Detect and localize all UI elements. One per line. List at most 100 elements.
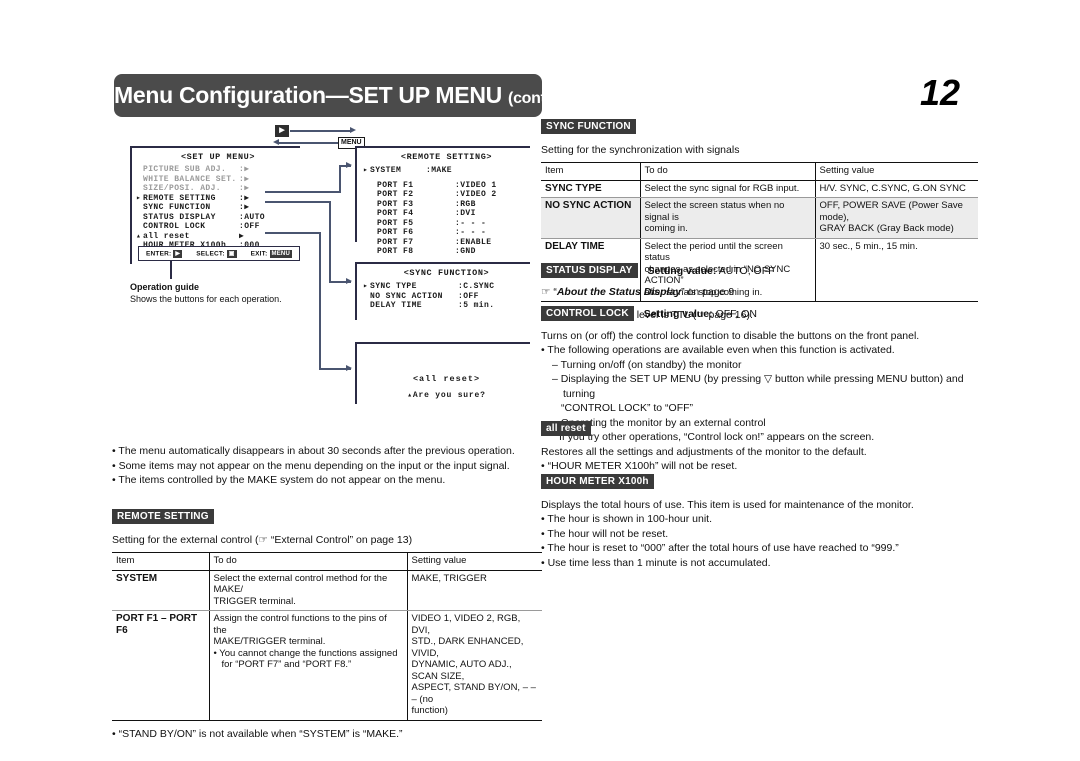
control-lock-dash: Displaying the SET UP MENU (by pressing … bbox=[541, 372, 978, 401]
connector-remote-vert bbox=[339, 165, 341, 192]
osd-cursor bbox=[136, 203, 143, 213]
osd-row-key: PORT F2 bbox=[377, 190, 414, 199]
osd-row-key: STATUS DISPLAY bbox=[143, 212, 216, 222]
osd-row-key: SYSTEM bbox=[370, 166, 402, 175]
table-header-row: Item To do Setting value bbox=[112, 552, 542, 571]
page-title-main: Menu Configuration—SET UP MENU bbox=[114, 82, 502, 108]
osd-row-value: :▶ bbox=[239, 193, 250, 203]
hour-meter-bullet: The hour will not be reset. bbox=[541, 527, 978, 542]
osd-row-status-display: STATUS DISPLAY:AUTO bbox=[136, 213, 300, 223]
osd-setup-menu-title: <SET UP MENU> bbox=[180, 152, 256, 162]
todo-line: coming in. bbox=[644, 223, 688, 234]
status-display-tag-row: STATUS DISPLAY Setting value: AUTO, OFF bbox=[541, 262, 978, 280]
table-header-todo: To do bbox=[208, 552, 407, 571]
status-display-setting-value: AUTO, OFF bbox=[718, 264, 775, 277]
section-tag-remote-setting: REMOTE SETTING bbox=[112, 509, 214, 525]
osd-row-value: :VIDEO 2 bbox=[455, 190, 497, 199]
control-lock-setting: Setting value: OFF, ON bbox=[644, 308, 757, 320]
connector-remote bbox=[265, 191, 341, 193]
osd-row: WHITE BALANCE SET.:▶ bbox=[136, 175, 300, 185]
value-line: H/V. SYNC, C.SYNC, G.ON SYNC bbox=[819, 182, 966, 194]
table-cell-item: PORT F1 – PORT F6 bbox=[112, 610, 209, 721]
table-row: NO SYNC ACTION Select the screen status … bbox=[541, 197, 978, 239]
osd-row-sync-type: ▸ SYNC TYPE:C.SYNC bbox=[363, 282, 530, 292]
section-tag-status-display: STATUS DISPLAY bbox=[541, 263, 638, 279]
page-number: 12 bbox=[920, 72, 961, 113]
osd-row-value: :5 min. bbox=[458, 301, 495, 310]
note-item: Some items may not appear on the menu de… bbox=[112, 459, 542, 474]
osd-cursor bbox=[363, 301, 370, 311]
guide-select-label: SELECT: bbox=[196, 250, 225, 258]
note-item: The items controlled by the MAKE system … bbox=[112, 473, 542, 488]
connector-reset-vert bbox=[319, 232, 321, 369]
osd-row-key: DELAY TIME bbox=[370, 301, 423, 310]
table-cell-todo: Assign the control functions to the pins… bbox=[208, 610, 407, 721]
osd-row-key: PORT F8 bbox=[377, 247, 414, 256]
operation-guide-text: Shows the buttons for each operation. bbox=[130, 294, 282, 304]
table-header-value: Setting value bbox=[814, 162, 978, 181]
todo-line: Select the external control method for t… bbox=[213, 572, 388, 596]
osd-cursor: ▸ bbox=[136, 193, 142, 203]
section-tag-sync-function: SYNC FUNCTION bbox=[541, 119, 636, 135]
todo-line: Select the screen status when no signal … bbox=[644, 200, 785, 223]
osd-row-port: PORT F6 :- - - bbox=[363, 228, 530, 238]
control-lock-dash-cont: “CONTROL LOCK” to “OFF” bbox=[561, 402, 694, 414]
osd-row-key: SYNC TYPE bbox=[370, 282, 417, 291]
osd-row-key: PORT F5 bbox=[377, 218, 414, 228]
connector-sync bbox=[265, 201, 330, 203]
value-line: DYNAMIC, AUTO ADJ., SCAN SIZE, bbox=[411, 659, 512, 682]
hour-meter-tag-row: HOUR METER X100h bbox=[541, 473, 978, 491]
value-line: 30 sec., 5 min., 15 min. bbox=[819, 240, 918, 252]
osd-all-reset: <all reset> ▴Are you sure? bbox=[355, 342, 530, 404]
remote-setting-intro: Setting for the external control (☞ “Ext… bbox=[112, 534, 413, 546]
todo-line: Select the period until the screen statu… bbox=[644, 240, 783, 264]
osd-cursor bbox=[136, 175, 143, 185]
page-title-cont: (cont.) bbox=[508, 90, 555, 107]
arrowhead-menu bbox=[273, 138, 279, 145]
osd-row-key: PORT F6 bbox=[377, 228, 414, 237]
enter-button-chip[interactable]: ▶ bbox=[275, 125, 289, 137]
table-cell-item: SYSTEM bbox=[112, 570, 209, 611]
all-reset-tag-row: all reset bbox=[541, 420, 978, 438]
all-reset-body: Restores all the settings and adjustment… bbox=[541, 446, 867, 458]
arrow-line-enter bbox=[290, 130, 352, 132]
enter-key-icon: ▶ bbox=[173, 249, 183, 258]
section-tag-hour-meter: HOUR METER X100h bbox=[541, 474, 654, 490]
osd-cursor bbox=[136, 165, 143, 175]
hour-meter-bullet: The hour is reset to “000” after the tot… bbox=[541, 541, 978, 556]
osd-row-key: all reset bbox=[143, 231, 190, 241]
table-cell-item: SYNC TYPE bbox=[541, 180, 640, 198]
value-line: STD., DARK ENHANCED, VIVID, bbox=[411, 636, 524, 659]
osd-cursor: ▸ bbox=[363, 166, 369, 175]
arrowhead-remote bbox=[346, 161, 352, 168]
osd-all-reset-question: ▴Are you sure? bbox=[407, 391, 486, 400]
osd-sync-function-title: <SYNC FUNCTION> bbox=[403, 268, 490, 278]
control-lock-setting-value: OFF, ON bbox=[715, 307, 757, 320]
value-line: MAKE, TRIGGER bbox=[411, 572, 487, 584]
page-title: Menu Configuration—SET UP MENU (cont.) bbox=[114, 74, 555, 117]
osd-row-control-lock: CONTROL LOCK:OFF bbox=[136, 222, 300, 232]
osd-row-value: :- - - bbox=[455, 218, 487, 228]
table-cell-value: H/V. SYNC, C.SYNC, G.ON SYNC bbox=[814, 180, 978, 198]
table-cell-value: MAKE, TRIGGER bbox=[406, 570, 542, 611]
osd-row-key: PORT F1 bbox=[377, 180, 414, 190]
arrowhead-reset bbox=[346, 364, 352, 371]
guide-enter: ENTER: ▶ bbox=[146, 249, 183, 258]
select-key-icon: ▣ bbox=[226, 249, 237, 258]
hour-meter-body: Displays the total hours of use. This it… bbox=[541, 499, 914, 511]
osd-row-system: ▸ SYSTEM:MAKE bbox=[363, 166, 530, 176]
remote-setting-table: Item To do Setting value SYSTEM Select t… bbox=[112, 552, 542, 721]
table-cell-value: VIDEO 1, VIDEO 2, RGB, DVI, STD., DARK E… bbox=[406, 610, 542, 721]
remote-setting-section: REMOTE SETTING Setting for the external … bbox=[112, 508, 542, 741]
all-reset-bullet: “HOUR METER X100h” will not be reset. bbox=[541, 459, 978, 474]
osd-row-port: PORT F3:RGB bbox=[363, 200, 530, 210]
section-tag-all-reset: all reset bbox=[541, 421, 591, 437]
osd-remote-setting: <REMOTE SETTING> ▸ SYSTEM:MAKE PORT F1:VI… bbox=[355, 146, 530, 256]
table-row: SYNC TYPE Select the sync signal for RGB… bbox=[541, 180, 978, 198]
osd-cursor: ▴ bbox=[136, 231, 142, 241]
guide-select: SELECT: ▣ bbox=[196, 249, 237, 258]
osd-row-value: :- - - bbox=[455, 228, 487, 237]
left-column-notes: The menu automatically disappears in abo… bbox=[112, 444, 542, 488]
control-lock-dash: Turning on/off (on standby) the monitor bbox=[541, 358, 978, 373]
control-lock-tag-row: CONTROL LOCK Setting value: OFF, ON bbox=[541, 305, 978, 323]
